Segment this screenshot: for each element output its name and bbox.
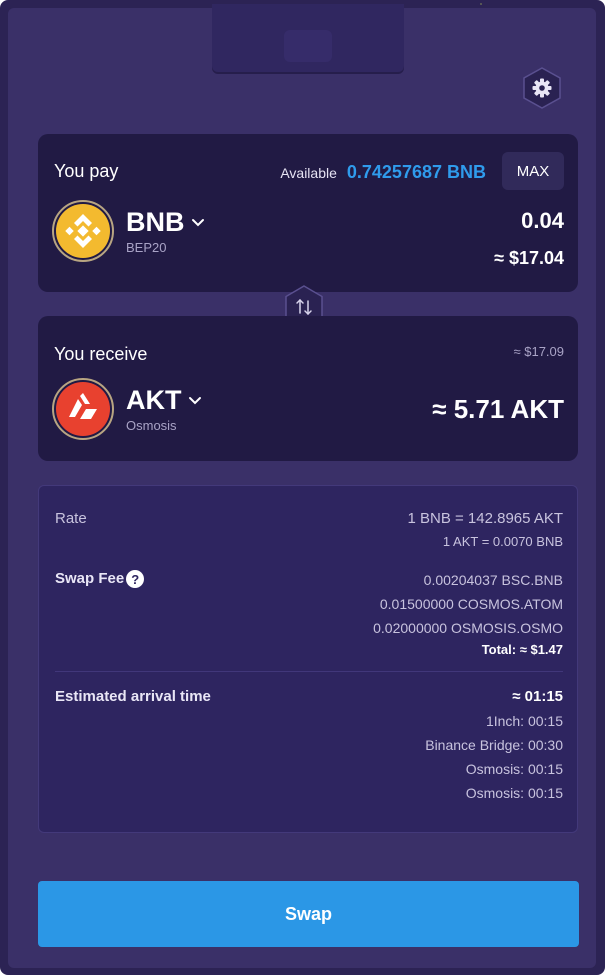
swap-button[interactable]: Swap [38,881,579,947]
bnb-logo [52,200,114,262]
pay-card: You pay Available 0.74257687 BNB MAX BNB… [38,134,578,292]
swap-fee-row-label: Swap Fee? [55,570,145,589]
arrival-step-4: Osmosis: 00:15 [465,785,563,801]
receive-title: You receive [54,344,148,364]
available-label: Available [280,165,337,181]
arrival-label: Estimated arrival time [55,688,211,705]
gear-icon [523,67,561,109]
arrival-step-1: 1Inch: 00:15 [485,713,563,729]
question-circle-icon[interactable]: ? [126,570,145,589]
swap-details: Rate 1 BNB = 142.8965 AKT 1 AKT = 0.0070… [38,485,578,833]
receive-token-network: Osmosis [126,418,177,433]
receive-token-selector[interactable]: AKT Osmosis [52,378,202,440]
fee-line-2: 0.01500000 COSMOS.ATOM [379,596,563,612]
handle-grip [284,30,332,62]
receive-token-symbol: AKT [126,385,182,415]
akt-logo [52,378,114,440]
swap-fee-label: Swap Fee [55,570,125,587]
chevron-down-icon [191,218,204,226]
pay-token-network: BEP20 [126,240,167,255]
fee-line-3: 0.02000000 OSMOSIS.OSMO [373,620,563,636]
settings-button[interactable] [520,66,564,110]
speck [480,3,482,5]
pay-amount-input[interactable]: 0.04 [521,208,564,234]
fee-total: Total: ≈ $1.47 [481,642,563,657]
arrival-total: ≈ 01:15 [512,688,563,705]
receive-amount: ≈ 5.71 AKT [432,394,564,424]
max-button[interactable]: MAX [502,152,564,190]
swap-widget: You pay Available 0.74257687 BNB MAX BNB… [0,0,605,975]
receive-usd-estimate: ≈ $17.09 [513,344,564,359]
rate-line-1: 1 BNB = 142.8965 AKT [407,510,563,527]
pay-amount-usd: ≈ $17.04 [494,248,564,268]
arrival-step-3: Osmosis: 00:15 [465,761,563,777]
pay-token-selector[interactable]: BNB BEP20 [52,200,205,262]
chevron-down-icon [188,396,201,404]
rate-label: Rate [55,510,87,527]
details-divider [55,671,563,672]
pay-token-symbol: BNB [126,207,185,237]
available-value[interactable]: 0.74257687 BNB [347,162,486,183]
fee-line-1: 0.00204037 BSC.BNB [423,572,563,588]
top-handle [212,4,404,72]
arrival-step-2: Binance Bridge: 00:30 [425,737,563,753]
available-balance: Available 0.74257687 BNB [280,162,486,183]
receive-card: You receive ≈ $17.09 AKT Osmosis ≈ 5.71 … [38,316,578,461]
pay-title: You pay [54,161,119,181]
rate-line-2: 1 AKT = 0.0070 BNB [442,534,563,549]
